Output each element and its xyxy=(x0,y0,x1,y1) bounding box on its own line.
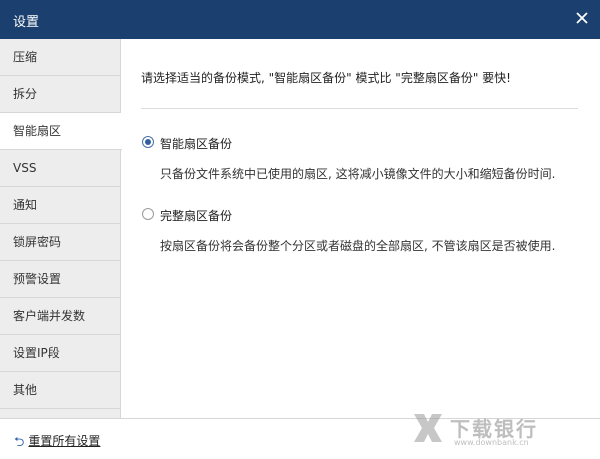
reset-all-settings-link[interactable]: ⮌ 重置所有设置 xyxy=(14,432,100,455)
sidebar-item-client-concurrency[interactable]: 客户端并发数 xyxy=(0,298,121,335)
title-bar: 设置 xyxy=(0,0,600,39)
full-sector-description: 按扇区备份将会备份整个分区或者磁盘的全部扇区, 不管该扇区是否被使用. xyxy=(160,239,556,253)
sidebar-item-lock-password[interactable]: 锁屏密码 xyxy=(0,224,121,261)
smart-sector-radio[interactable] xyxy=(142,136,154,148)
full-sector-radio[interactable] xyxy=(142,208,154,220)
watermark: 下载银行 www.downbank.cn xyxy=(410,410,586,454)
mode-description: 请选择适当的备份模式, "智能扇区备份" 模式比 "完整扇区备份" 要快! xyxy=(141,71,511,85)
smart-sector-label[interactable]: 智能扇区备份 xyxy=(160,135,232,152)
window-title: 设置 xyxy=(13,15,40,30)
sidebar-item-alert-settings[interactable]: 预警设置 xyxy=(0,261,121,298)
sidebar-item-other[interactable]: 其他 xyxy=(0,372,121,409)
sidebar-item-split[interactable]: 拆分 xyxy=(0,76,121,113)
smart-sector-description: 只备份文件系统中已使用的扇区, 这将减小镜像文件的大小和缩短备份时间. xyxy=(160,167,556,181)
close-icon[interactable] xyxy=(572,8,592,28)
full-sector-label[interactable]: 完整扇区备份 xyxy=(160,207,232,224)
reset-label: 重置所有设置 xyxy=(28,434,101,448)
divider xyxy=(141,108,578,109)
sidebar-item-smart-sector[interactable]: 智能扇区 xyxy=(0,113,122,150)
sidebar-item-compress[interactable]: 压缩 xyxy=(0,39,121,76)
settings-content: 请选择适当的备份模式, "智能扇区备份" 模式比 "完整扇区备份" 要快! 智能… xyxy=(122,39,600,418)
undo-arrow-icon: ⮌ xyxy=(14,435,25,450)
sidebar-item-vss[interactable]: VSS xyxy=(0,150,121,187)
sidebar-item-notification[interactable]: 通知 xyxy=(0,187,121,224)
sidebar-item-ip-range[interactable]: 设置IP段 xyxy=(0,335,121,372)
watermark-logo-icon xyxy=(414,414,442,442)
watermark-url: www.downbank.cn xyxy=(454,438,529,447)
settings-sidebar: 压缩 拆分 智能扇区 VSS 通知 锁屏密码 预警设置 客户端并发数 设置IP段… xyxy=(0,39,122,418)
